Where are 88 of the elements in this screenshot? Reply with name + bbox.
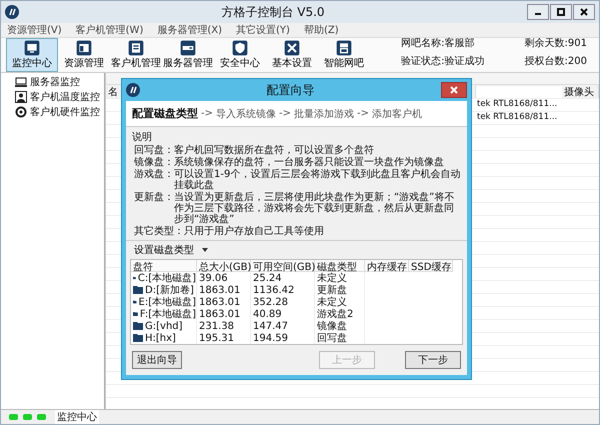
description-text: 可以设置1-9个，设置后三层会将游戏下载到此盘且客户机会自动挂载此盘 — [174, 169, 461, 191]
toolbar-button[interactable]: 智能网吧 — [318, 38, 370, 72]
table-cell: 更新盘 — [315, 284, 365, 296]
tree-item[interactable]: 服务器监控 — [30, 75, 80, 89]
menu-item[interactable]: 帮助(Z) — [304, 23, 339, 37]
term-label: 更新盘： — [134, 192, 174, 205]
description-text: 客户机回写数据所在盘符，可以设置多个盘符 — [174, 145, 375, 156]
info-text: 验证状态:验证成功 — [401, 54, 485, 68]
column-header: 总大小(GB) — [197, 260, 251, 272]
table-cell-text: C:[本地磁盘] — [138, 272, 196, 284]
table-cell: 1863.01 — [197, 284, 251, 296]
term-label: 镜像盘： — [134, 157, 174, 168]
status-text: 监控中心 — [55, 410, 99, 424]
column-header: 内存缓存 — [365, 260, 409, 272]
toolbar-button[interactable]: 客户机管理 — [110, 38, 162, 72]
app-logo-icon — [126, 83, 140, 97]
table-cell: 194.59 — [251, 332, 315, 344]
table-cell: 40.89 — [251, 308, 315, 320]
table-cell: 回写盘 — [315, 332, 365, 344]
table-cell: 352.28 — [251, 296, 315, 308]
minimize-button[interactable] — [527, 4, 549, 20]
table-cell: 1863.01 — [197, 308, 251, 320]
info-text: 网吧名称:客服部 — [401, 36, 476, 50]
close-icon — [580, 8, 588, 16]
maximize-icon — [557, 8, 565, 16]
gear-icon — [15, 106, 27, 118]
table-cell: 1863.01 — [197, 296, 251, 308]
table-cell: 游戏盘2 — [315, 308, 365, 320]
column-header: 盘符 — [131, 260, 197, 272]
maximize-button[interactable] — [550, 4, 572, 20]
table-cell-text: F:[本地磁盘] — [140, 308, 196, 321]
menu-item[interactable]: 客户机管理(W) — [76, 23, 144, 37]
table-cell: 镜像盘 — [315, 320, 365, 332]
table-cell: 未定义 — [315, 296, 365, 308]
toolbar-button[interactable]: 基本设置 — [266, 38, 318, 72]
person-icon — [15, 91, 27, 103]
close-icon — [450, 86, 458, 94]
table-cell: G:[vhd] — [145, 320, 183, 332]
term-label: 游戏盘： — [134, 169, 174, 182]
table-cell: 25.24 — [251, 272, 315, 284]
close-button[interactable] — [441, 82, 467, 98]
section-heading: 说明 — [132, 131, 153, 144]
disk-type-dropdown[interactable]: 设置磁盘类型 — [130, 243, 212, 257]
monitor-icon — [15, 76, 27, 88]
wizard-step: 批量添加游戏 — [294, 106, 354, 120]
column-header: 可用空间(GB) — [251, 260, 315, 272]
wizard-step: 导入系统镜像 — [216, 106, 276, 120]
table-cell: 未定义 — [315, 272, 365, 284]
wizard-button[interactable]: 下一步 — [405, 351, 461, 369]
description-text: 只用于用户存放自己工具等使用 — [184, 226, 325, 237]
description-text: 系统镜像保存的盘符，一台服务器只能设置一块盘作为镜像盘 — [174, 157, 445, 168]
toolbar-button[interactable]: 安全中心 — [214, 38, 266, 72]
table-cell: 39.06 — [197, 272, 251, 284]
window-title: 方格子控制台 V5.0 — [221, 4, 325, 20]
table-cell: 231.38 — [197, 320, 251, 332]
column-header: 摄像头 — [562, 85, 599, 98]
wizard-step: 添加客户机 — [372, 106, 422, 120]
menu-item[interactable]: 资源管理(V) — [7, 23, 62, 37]
table-cell: 195.31 — [197, 332, 251, 344]
step-arrow: -> — [279, 108, 291, 119]
step-arrow: -> — [201, 108, 213, 119]
term-label: 回写盘： — [134, 145, 174, 156]
close-button[interactable] — [573, 4, 595, 20]
toolbar-button[interactable]: 资源管理 — [58, 38, 110, 72]
wizard-step: 配置磁盘类型 — [132, 106, 198, 121]
caret-icon — [202, 248, 208, 252]
column-header: 磁盘类型 — [315, 260, 365, 272]
toolbar-button[interactable]: 监控中心 — [6, 38, 58, 72]
table-cell-text: E:[本地磁盘] — [138, 296, 196, 308]
menu-item[interactable]: 服务器管理(X) — [157, 23, 222, 37]
tree-item[interactable]: 客户机温度监控 — [30, 90, 100, 104]
step-arrow: -> — [357, 108, 369, 119]
table-cell: 1136.42 — [251, 284, 315, 296]
wizard-button[interactable]: 退出向导 — [132, 351, 182, 369]
table-cell-text: tek RTL8168/811... — [476, 111, 558, 124]
column-header: SSD缓存 — [409, 260, 453, 272]
term-label: 其它类型： — [134, 226, 184, 237]
menu-item[interactable]: 其它设置(Y) — [236, 23, 290, 37]
info-text: 授权台数:200 — [524, 54, 587, 68]
table-cell: 147.47 — [251, 320, 315, 332]
description-text: 当设置为更新盘后，三层将使用此块盘作为更新；“游戏盘”将不作为三层下载路径，游戏将会先下载到更新盘，然后从更新盘同步到“游戏盘” — [174, 192, 456, 225]
tree-item[interactable]: 客户机硬件监控 — [30, 105, 100, 119]
info-text: 剩余天数:901 — [524, 37, 587, 50]
table-cell: H:[hx] — [145, 332, 176, 344]
app-logo-icon — [5, 5, 19, 19]
toolbar-button[interactable]: 服务器管理 — [162, 38, 214, 72]
table-cell-text: tek RTL8168/811... — [476, 98, 558, 111]
table-cell-text: D:[新加卷] — [145, 284, 194, 296]
